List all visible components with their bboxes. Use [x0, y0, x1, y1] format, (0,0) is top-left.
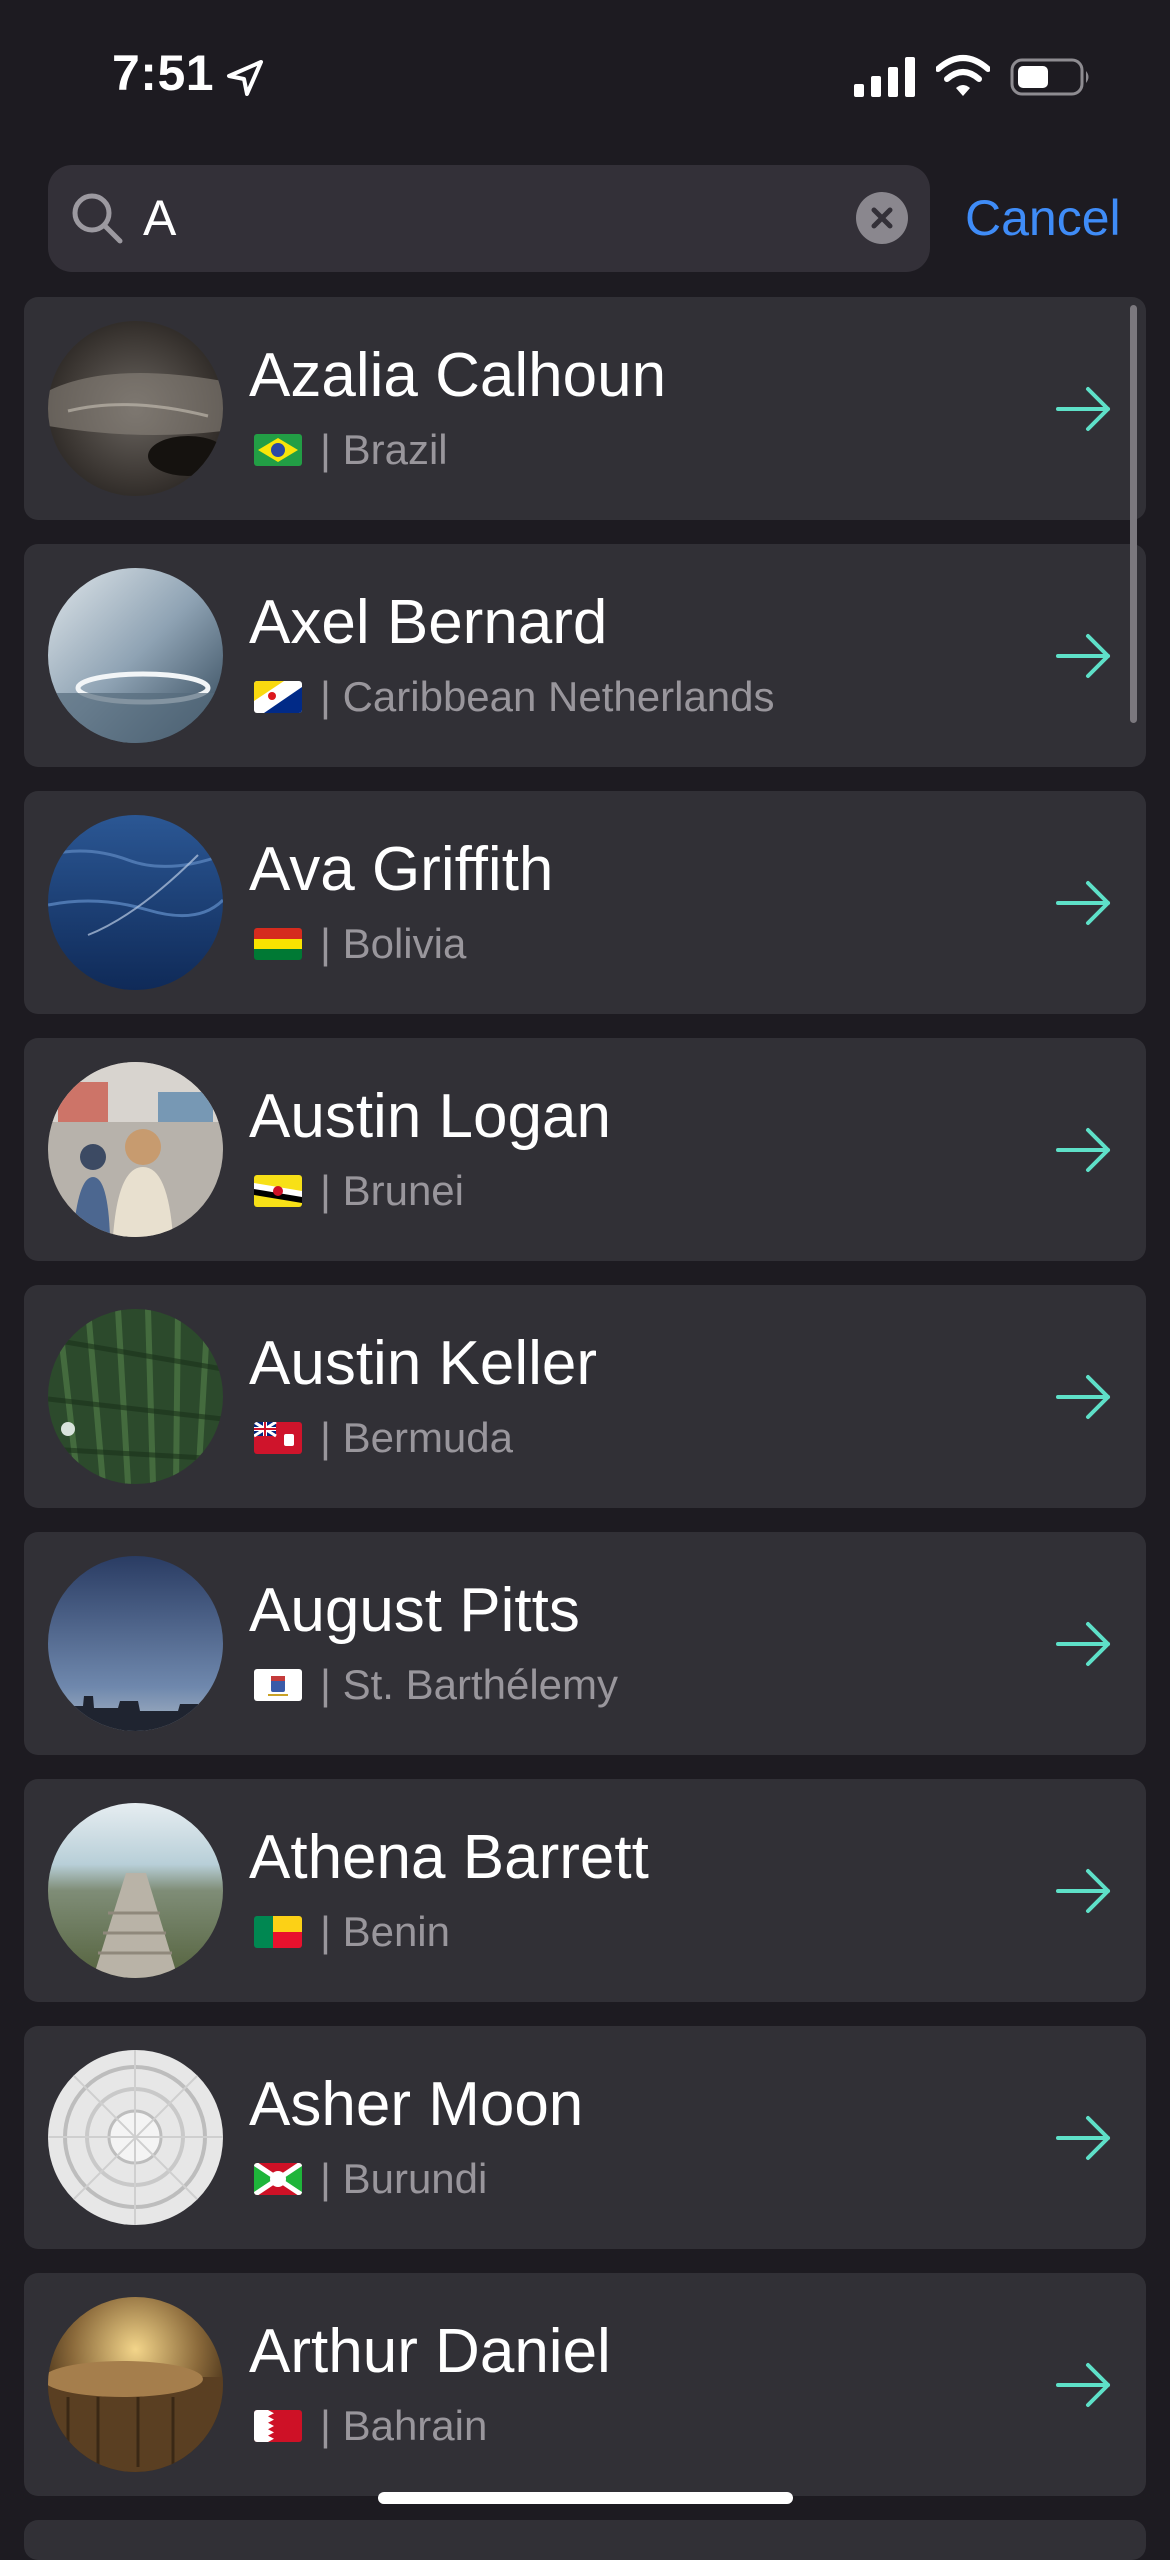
battery-icon	[1010, 58, 1089, 96]
list-item[interactable]: Azalia Calhoun | Brazil	[24, 297, 1146, 520]
caribbean-netherlands-flag-icon	[254, 681, 302, 713]
contact-name: Axel Bernard	[249, 588, 608, 657]
country-label: | Brunei	[320, 1167, 464, 1214]
contact-name: Asher Moon	[249, 2070, 584, 2139]
contact-name: Azalia Calhoun	[249, 341, 667, 410]
avatar	[48, 568, 223, 743]
arrow-right-icon[interactable]	[1054, 379, 1114, 439]
list-item[interactable]: Axel Bernard | Caribbean Netherlands	[24, 544, 1146, 767]
st-barthelemy-flag-icon	[254, 1669, 302, 1701]
contact-name: Ava Griffith	[249, 835, 554, 904]
country-label: | Brazil	[320, 426, 448, 473]
list-item-partial[interactable]	[24, 2520, 1146, 2560]
contact-name: Austin Keller	[249, 1329, 598, 1398]
arrow-right-icon[interactable]	[1054, 1861, 1114, 1921]
location-arrow-icon	[227, 60, 263, 96]
country-label: | Bolivia	[320, 920, 467, 967]
list-item[interactable]: Athena Barrett | Benin	[24, 1779, 1146, 2002]
avatar	[48, 1062, 223, 1237]
bermuda-flag-icon	[254, 1422, 302, 1454]
country-label: | Caribbean Netherlands	[320, 673, 775, 720]
home-indicator[interactable]	[378, 2492, 793, 2504]
contact-name: Arthur Daniel	[249, 2317, 611, 2386]
list-item[interactable]: Arthur Daniel | Bahrain	[24, 2273, 1146, 2496]
arrow-right-icon[interactable]	[1054, 1367, 1114, 1427]
contact-country: | Burundi	[254, 2154, 487, 2204]
contact-country: | Brunei	[254, 1166, 464, 1216]
country-label: | Burundi	[320, 2155, 488, 2202]
scroll-indicator[interactable]	[1130, 305, 1137, 723]
bolivia-flag-icon	[254, 928, 302, 960]
avatar	[48, 2050, 223, 2225]
brazil-flag-icon	[254, 434, 302, 466]
contact-country: | Caribbean Netherlands	[254, 672, 775, 722]
contact-name: Austin Logan	[249, 1082, 611, 1151]
burundi-flag-icon	[254, 2163, 302, 2195]
bahrain-flag-icon	[254, 2410, 302, 2442]
contact-country: | St. Barthélemy	[254, 1660, 618, 1710]
list-item[interactable]: Austin Logan | Brunei	[24, 1038, 1146, 1261]
contact-name: August Pitts	[249, 1576, 580, 1645]
avatar	[48, 1803, 223, 1978]
wifi-icon	[936, 55, 990, 96]
clear-search-icon[interactable]	[856, 192, 908, 244]
status-bar: 7:51	[0, 0, 1170, 150]
arrow-right-icon[interactable]	[1054, 2108, 1114, 2168]
arrow-right-icon[interactable]	[1054, 1614, 1114, 1674]
country-label: | Benin	[320, 1908, 450, 1955]
avatar	[48, 321, 223, 496]
search-icon	[72, 193, 123, 244]
arrow-right-icon[interactable]	[1054, 2355, 1114, 2415]
contact-country: | Bahrain	[254, 2401, 487, 2451]
contact-country: | Brazil	[254, 425, 448, 475]
contact-country: | Bermuda	[254, 1413, 513, 1463]
avatar	[48, 1309, 223, 1484]
cancel-button[interactable]: Cancel	[965, 188, 1121, 248]
contact-name: Athena Barrett	[249, 1823, 649, 1892]
search-input[interactable]: A	[143, 187, 176, 249]
avatar	[48, 1556, 223, 1731]
contact-country: | Bolivia	[254, 919, 466, 969]
avatar	[48, 2297, 223, 2472]
contact-country: | Benin	[254, 1907, 450, 1957]
benin-flag-icon	[254, 1916, 302, 1948]
search-field[interactable]: A	[48, 165, 930, 272]
cellular-signal-icon	[854, 57, 915, 97]
arrow-right-icon[interactable]	[1054, 873, 1114, 933]
country-label: | Bahrain	[320, 2402, 488, 2449]
arrow-right-icon[interactable]	[1054, 626, 1114, 686]
list-item[interactable]: Austin Keller | Bermuda	[24, 1285, 1146, 1508]
country-label: | Bermuda	[320, 1414, 513, 1461]
list-item[interactable]: Ava Griffith | Bolivia	[24, 791, 1146, 1014]
country-label: | St. Barthélemy	[320, 1661, 619, 1708]
status-time: 7:51	[112, 45, 215, 101]
arrow-right-icon[interactable]	[1054, 1120, 1114, 1180]
list-item[interactable]: August Pitts | St. Barthélemy	[24, 1532, 1146, 1755]
avatar	[48, 815, 223, 990]
brunei-flag-icon	[254, 1175, 302, 1207]
list-item[interactable]: Asher Moon | Burundi	[24, 2026, 1146, 2249]
